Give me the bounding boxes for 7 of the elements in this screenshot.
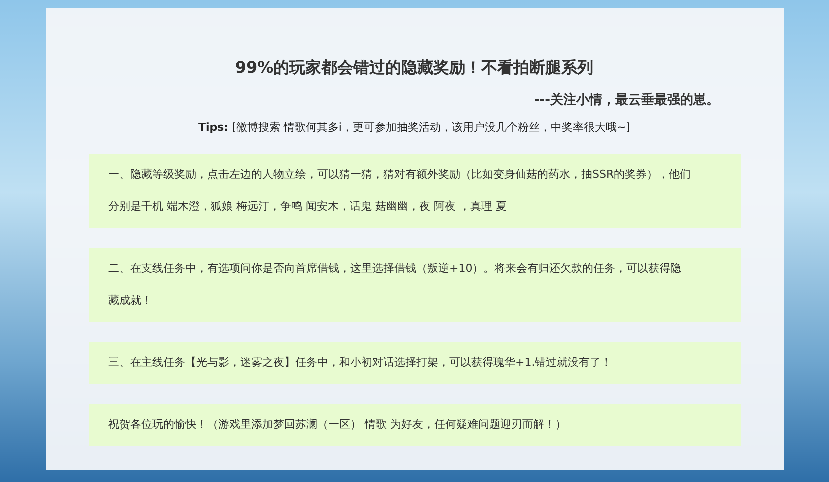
tip-text: 三、在主线任务【光与影，迷雾之夜】任务中，和小初对话选择打架，可以获得瑰华+1.错过就没有了！ — [108, 355, 614, 371]
tips-text: Tips: [微博搜索 情歌何其多i，更可参加抽奖活动，该用户没几个粉丝，中奖率很大哦~] — [198, 120, 632, 136]
tip-text: 一、隐藏等级奖励，点击左边的人物立绘，可以猜一猜，猜对有额外奖励（比如变身仙菇的药水，抽SSR的奖券），他们分别是千机 端木澄，狐娘 梅远汀，争鸣 闻安木，话鬼 菇幽幽，夜 阿夜 ，真理 夏 — [108, 167, 692, 215]
tip-text: 二、在支线任务中，有选项问你是否向首席借钱，这里选择借钱（叛逆+10）。将来会有归还欠款的任务，可以获得隐藏成就！ — [108, 261, 683, 309]
tip-text: 祝贺各位玩的愉快！（游戏里添加梦回苏澜（一区） 情歌 为好友，任何疑难问题迎刃而解！） — [108, 417, 568, 433]
article-title: 99%的玩家都会错过的隐藏奖励！不看拍断腿系列 — [234, 57, 595, 79]
article-subtitle: ---关注小情，最云垂最强的崽。 — [534, 92, 720, 110]
